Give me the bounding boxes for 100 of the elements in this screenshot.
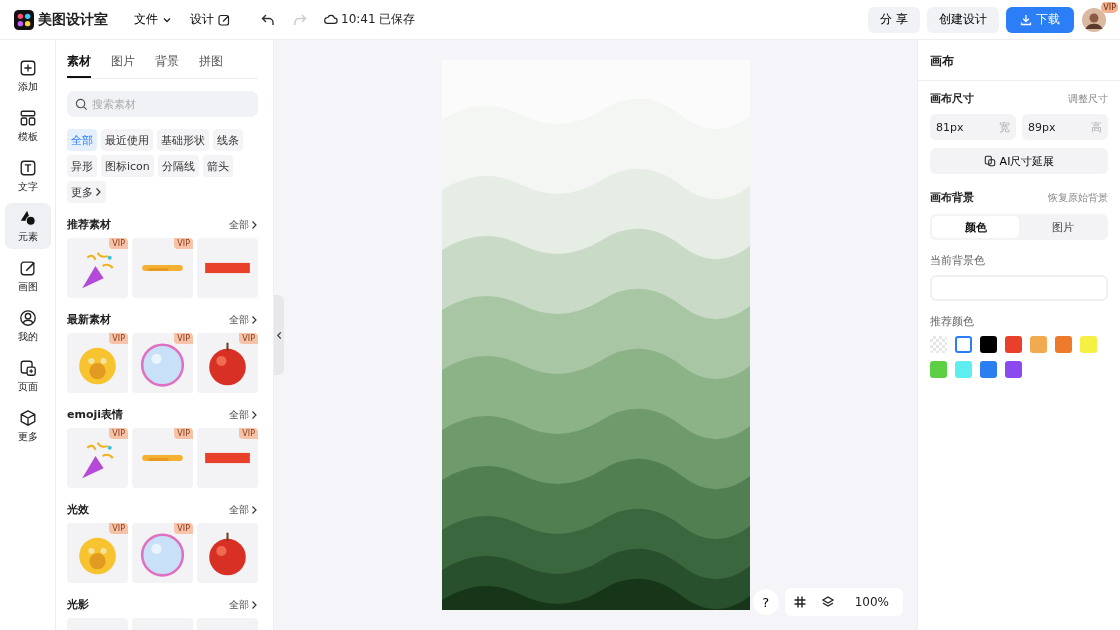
rail-item[interactable]: 页面 (4, 353, 51, 399)
rail-item[interactable]: 模板 (4, 103, 51, 149)
vip-badge: VIP (109, 238, 128, 249)
rail-item[interactable]: 元素 (4, 203, 51, 249)
segment-tab[interactable]: 颜色 (932, 216, 1019, 238)
filter-chip[interactable]: 异形 (67, 155, 97, 177)
asset-thumbnail[interactable]: VIP (67, 428, 128, 488)
asset-thumbnail[interactable]: VIP (132, 238, 193, 298)
color-swatch[interactable] (1030, 336, 1047, 353)
asset-thumbnail[interactable]: VIP (67, 333, 128, 393)
vip-badge: VIP (174, 428, 193, 439)
app-name: 美图设计室 (38, 10, 108, 29)
panel-tab[interactable]: 素材 (67, 50, 91, 78)
rail-icon (18, 308, 37, 327)
rail-icon (18, 258, 37, 277)
asset-thumbnail[interactable]: VIP (132, 333, 193, 393)
see-all-link[interactable]: 全部 (229, 502, 258, 517)
asset-thumbnail[interactable]: VIP (197, 333, 258, 393)
rail-item[interactable]: 画图 (4, 253, 51, 299)
rail-item[interactable]: 更多 (4, 403, 51, 449)
menu-button[interactable]: 设计 (184, 7, 236, 32)
rail-icon (18, 358, 37, 377)
save-status: 10:41 已保存 (341, 11, 416, 28)
color-swatch[interactable] (930, 361, 947, 378)
download-icon (1020, 13, 1032, 26)
filter-chip[interactable]: 全部 (67, 129, 97, 151)
collapse-handle[interactable] (274, 295, 284, 375)
chevron-right-icon (250, 314, 258, 325)
asset-thumbnail[interactable] (197, 523, 258, 583)
chevron-right-icon (250, 219, 258, 230)
rail-label: 元素 (17, 229, 38, 244)
rail-label: 文字 (17, 179, 38, 194)
see-all-link[interactable]: 全部 (229, 597, 258, 612)
rail-icon (18, 158, 37, 177)
rail-label: 画图 (17, 279, 38, 294)
asset-thumbnail[interactable]: VIP (132, 523, 193, 583)
asset-thumbnail[interactable]: VIP (132, 428, 193, 488)
chevron-right-icon (94, 187, 102, 197)
filter-chip[interactable]: 线条 (213, 129, 243, 151)
vip-badge: VIP (109, 523, 128, 534)
color-swatch[interactable] (1005, 336, 1022, 353)
segment-tab[interactable]: 图片 (1019, 216, 1106, 238)
panel-tab[interactable]: 拼图 (199, 50, 223, 78)
section-title: 最新素材 (67, 312, 111, 327)
section-title: 光效 (67, 502, 89, 517)
width-field[interactable]: 81px 宽 (930, 114, 1016, 140)
chevron-right-icon (250, 504, 258, 515)
height-field[interactable]: 89px 高 (1022, 114, 1108, 140)
action-button[interactable]: 创建设计 (927, 6, 999, 33)
color-swatch[interactable] (930, 336, 947, 353)
vip-badge: VIP (109, 428, 128, 439)
grid-icon[interactable] (792, 595, 807, 609)
inspector-title: 画布 (918, 40, 1120, 81)
logo-icon (14, 9, 34, 30)
filter-chip[interactable]: 基础形状 (157, 129, 209, 151)
color-swatch[interactable] (1005, 361, 1022, 378)
rail-item[interactable]: 添加 (4, 53, 51, 99)
asset-thumbnail[interactable]: VIP (67, 238, 128, 298)
vip-badge: VIP (174, 333, 193, 344)
color-swatch[interactable] (955, 361, 972, 378)
filter-chip[interactable]: 箭头 (202, 155, 233, 177)
layers-icon[interactable] (820, 595, 835, 609)
color-swatch[interactable] (955, 336, 972, 353)
filter-chip[interactable]: 图标icon (101, 155, 154, 177)
recommended-colors-label: 推荐颜色 (930, 314, 975, 329)
zoom-level[interactable]: 100% (848, 595, 895, 609)
rail-item[interactable]: 文字 (4, 153, 51, 199)
see-all-link[interactable]: 全部 (229, 217, 258, 232)
filter-chip[interactable]: 最近使用 (101, 129, 153, 151)
background-label: 画布背景 (930, 190, 974, 205)
asset-thumbnail[interactable]: VIP (67, 523, 128, 583)
download-button[interactable]: 下载 (1006, 6, 1074, 33)
asset-thumbnail[interactable]: VIP (197, 428, 258, 488)
ai-expand-button[interactable]: AI尺寸延展 (930, 148, 1108, 174)
rail-label: 页面 (17, 379, 38, 394)
panel-tab[interactable]: 图片 (111, 50, 135, 78)
color-swatch[interactable] (1080, 336, 1097, 353)
color-swatch[interactable] (1055, 336, 1072, 353)
panel-tab[interactable]: 背景 (155, 50, 179, 78)
see-all-link[interactable]: 全部 (229, 407, 258, 422)
action-button[interactable]: 分 享 (868, 6, 920, 33)
search-field[interactable]: 搜索素材 (67, 91, 258, 117)
rail-icon (18, 58, 37, 77)
more-chip[interactable]: 更多 (67, 181, 106, 203)
menu-button[interactable]: 文件 (128, 7, 178, 32)
help-button[interactable]: ? (752, 589, 779, 615)
rail-item[interactable]: 我的 (4, 303, 51, 349)
rail-label: 添加 (17, 79, 38, 94)
rail-icon (18, 108, 37, 127)
filter-chip[interactable]: 分隔线 (157, 155, 199, 177)
vip-badge: VIP (239, 333, 258, 344)
vip-badge: VIP (1101, 1, 1118, 13)
see-all-link[interactable]: 全部 (229, 312, 258, 327)
restore-link[interactable]: 恢复原始背景 (1048, 190, 1108, 205)
color-swatch[interactable] (980, 361, 997, 378)
color-swatch[interactable] (980, 336, 997, 353)
asset-thumbnail[interactable] (197, 238, 258, 298)
resize-link[interactable]: 调整尺寸 (1068, 91, 1108, 106)
section-title: 光影 (67, 597, 89, 612)
chevron-right-icon (250, 599, 258, 610)
